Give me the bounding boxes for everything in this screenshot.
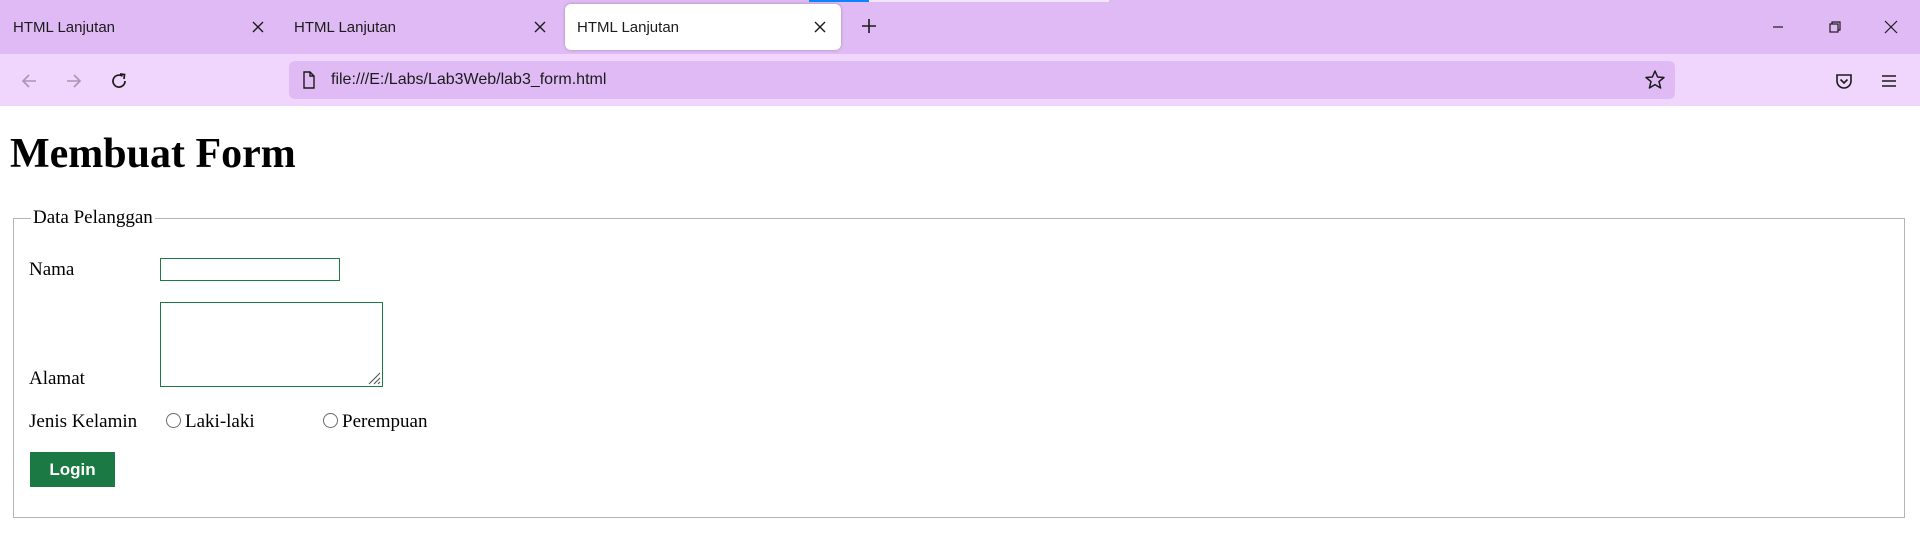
tab-title: HTML Lanjutan [294,18,396,36]
nama-input[interactable] [160,258,340,281]
back-button[interactable] [14,66,44,96]
tab-1[interactable]: HTML Lanjutan [1,4,279,50]
plus-icon [862,19,876,33]
alamat-textarea[interactable] [160,302,383,387]
close-icon [1884,20,1898,34]
arrow-right-icon [67,74,82,88]
tab-3-active[interactable]: HTML Lanjutan [565,4,841,50]
page-content: Membuat Form Data Pelanggan Nama Alamat … [0,106,1920,559]
address-bar[interactable]: file:///E:/Labs/Lab3Web/lab3_form.html [289,61,1675,99]
tab-title: HTML Lanjutan [13,18,115,36]
new-tab-button[interactable] [856,13,882,39]
minimize-button[interactable] [1763,12,1793,42]
nama-label: Nama [29,259,75,280]
radio-perempuan[interactable] [323,413,338,428]
minimize-icon [1773,26,1783,28]
restore-icon [1829,21,1841,33]
login-button[interactable]: Login [30,452,115,487]
radio-laki-laki[interactable] [166,413,181,428]
close-icon[interactable] [531,18,549,36]
tab-loading-indicator [809,0,869,2]
fieldset-legend: Data Pelanggan [31,207,155,229]
close-icon[interactable] [811,18,829,36]
tab-2[interactable]: HTML Lanjutan [282,4,561,50]
page-icon [303,71,315,89]
alamat-label: Alamat [29,368,85,389]
reload-icon [112,73,126,88]
tab-strip: HTML Lanjutan HTML Lanjutan HTML Lanjuta… [0,0,1920,54]
reload-button[interactable] [104,66,134,96]
page-title: Membuat Form [10,131,296,177]
url-text: file:///E:/Labs/Lab3Web/lab3_form.html [331,71,607,88]
tab-title: HTML Lanjutan [577,18,679,36]
radio-label-perempuan: Perempuan [342,411,428,432]
gender-label: Jenis Kelamin [29,411,138,432]
arrow-left-icon [21,74,36,88]
resize-grip-icon[interactable] [365,369,381,385]
restore-button[interactable] [1820,12,1850,42]
forward-button[interactable] [59,66,89,96]
close-icon[interactable] [249,18,267,36]
pocket-button[interactable] [1829,66,1859,96]
close-window-button[interactable] [1876,12,1906,42]
tab-hover-indicator [869,0,1109,2]
navigation-toolbar: file:///E:/Labs/Lab3Web/lab3_form.html [0,54,1920,106]
menu-button[interactable] [1874,66,1904,96]
bookmark-star-icon[interactable] [1643,68,1667,92]
radio-label-laki-laki: Laki-laki [185,411,255,432]
hamburger-menu-icon [1882,75,1896,87]
pocket-icon [1836,74,1852,89]
